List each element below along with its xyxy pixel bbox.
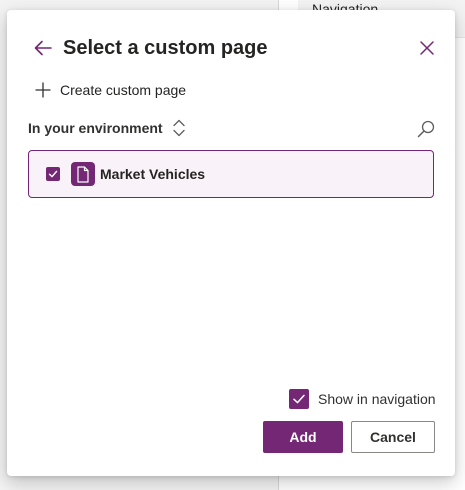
item-checkbox[interactable] xyxy=(46,167,60,181)
close-icon[interactable] xyxy=(419,40,435,56)
checkmark-icon xyxy=(293,394,305,404)
show-in-navigation-check[interactable] xyxy=(289,389,309,409)
search-icon[interactable] xyxy=(417,120,435,138)
plus-icon xyxy=(35,82,51,98)
item-label: Market Vehicles xyxy=(100,166,206,182)
environment-filter: In your environment xyxy=(28,118,186,138)
dialog-title: Select a custom page xyxy=(63,37,268,59)
page-icon xyxy=(71,162,95,186)
custom-page-item-market-vehicles[interactable]: Market Vehicles xyxy=(28,150,434,198)
show-in-navigation-label: Show in navigation xyxy=(318,391,436,407)
select-custom-page-dialog: Select a custom page Create custom page … xyxy=(7,10,455,476)
environment-label: In your environment xyxy=(28,120,163,136)
back-arrow-icon[interactable] xyxy=(33,38,53,58)
cancel-button[interactable]: Cancel xyxy=(351,421,435,453)
sort-icon[interactable] xyxy=(172,119,186,137)
checkmark-icon xyxy=(48,170,58,178)
show-in-navigation-checkbox[interactable]: Show in navigation xyxy=(289,388,436,410)
add-button[interactable]: Add xyxy=(263,421,343,453)
create-custom-page-label: Create custom page xyxy=(60,82,187,98)
create-custom-page-button[interactable]: Create custom page xyxy=(35,79,186,101)
